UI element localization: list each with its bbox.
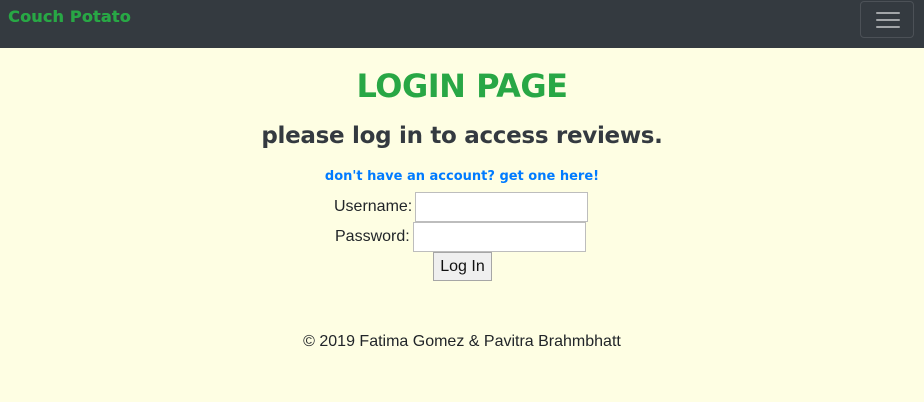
hamburger-menu-icon-bar bbox=[876, 26, 900, 28]
password-row: Password: bbox=[335, 222, 586, 252]
password-label: Password: bbox=[335, 228, 410, 245]
login-button[interactable]: Log In bbox=[433, 252, 492, 281]
footer-copyright: © 2019 Fatima Gomez & Pavitra Brahmbhatt bbox=[303, 333, 621, 350]
signup-link[interactable]: Don't have an account? Get one here! bbox=[0, 167, 924, 187]
username-input[interactable] bbox=[415, 192, 589, 222]
brand-logo-link[interactable]: Couch Potato bbox=[8, 6, 131, 28]
hamburger-menu-icon bbox=[876, 12, 900, 14]
navbar-toggler-button[interactable] bbox=[860, 1, 914, 38]
username-row: Username: bbox=[334, 192, 589, 222]
hamburger-menu-icon-bar bbox=[876, 19, 900, 21]
page-title: Login Page bbox=[356, 67, 568, 105]
username-label: Username: bbox=[334, 198, 413, 215]
top-navbar: Couch Potato bbox=[0, 0, 924, 48]
page-subtitle: Please Log in to access reviews. bbox=[261, 123, 663, 149]
password-input[interactable] bbox=[412, 222, 586, 252]
